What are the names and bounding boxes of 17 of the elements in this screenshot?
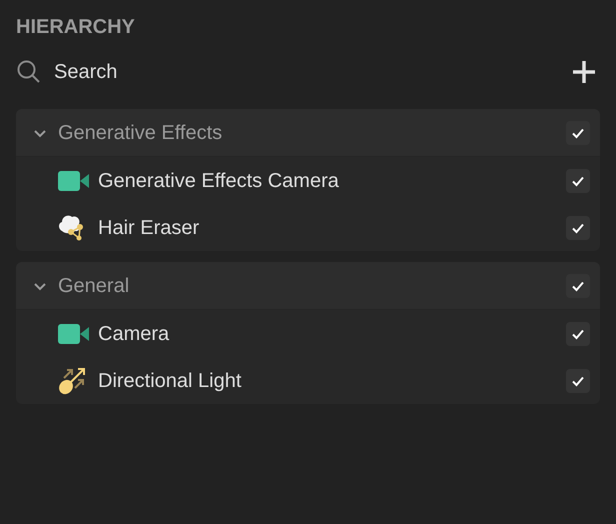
checkbox[interactable] <box>566 120 590 144</box>
search-icon <box>16 59 42 85</box>
video-camera-icon <box>58 324 89 344</box>
item-label[interactable]: Directional Light <box>98 366 566 396</box>
search-field[interactable]: Search <box>54 57 570 87</box>
item-label[interactable]: Hair Eraser <box>98 212 566 242</box>
checkbox[interactable] <box>566 274 590 298</box>
checkbox[interactable] <box>566 368 590 392</box>
item-label[interactable]: Generative Effects Camera <box>98 166 566 196</box>
directional-light-icon <box>58 366 88 396</box>
checkbox[interactable] <box>566 322 590 346</box>
checkbox[interactable] <box>566 216 590 240</box>
add-button[interactable] <box>570 58 598 86</box>
item-label[interactable]: Camera <box>98 318 566 348</box>
panel-title: HIERARCHY <box>16 15 136 40</box>
checkbox[interactable] <box>566 168 590 192</box>
video-camera-icon <box>58 170 89 190</box>
